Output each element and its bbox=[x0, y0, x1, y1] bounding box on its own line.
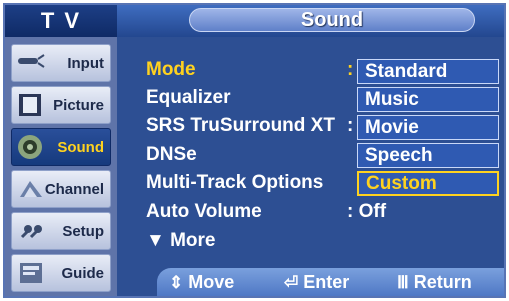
tv-header: T V bbox=[5, 5, 117, 37]
enter-label: Enter bbox=[303, 272, 350, 292]
channel-icon bbox=[20, 181, 42, 197]
input-icon bbox=[18, 54, 45, 68]
sidebar-item-label: Channel bbox=[44, 181, 104, 198]
sidebar-item-label: Setup bbox=[62, 223, 104, 240]
footer: ⇕ Move ⏎ Enter Ⅲ Return bbox=[117, 260, 504, 296]
footer-bar: ⇕ Move ⏎ Enter Ⅲ Return bbox=[157, 268, 504, 296]
mode-colon: : bbox=[347, 59, 354, 80]
enter-hint: ⏎ Enter bbox=[284, 268, 349, 296]
sound-icon bbox=[18, 135, 42, 159]
sidebar-item-label: Input bbox=[67, 55, 104, 72]
tv-osd-window: T V Sound Input Picture Sound Channel Se… bbox=[3, 3, 506, 298]
guide-icon bbox=[20, 263, 42, 283]
move-hint: ⇕ Move bbox=[169, 268, 234, 296]
menu-item-auto-volume[interactable]: Auto Volume bbox=[146, 200, 262, 224]
menu-item-mode[interactable]: Mode bbox=[146, 58, 196, 82]
mode-option-custom[interactable]: Custom bbox=[357, 171, 499, 196]
move-label: Move bbox=[188, 272, 235, 292]
mode-option-music[interactable]: Music bbox=[357, 87, 499, 112]
return-hint: Ⅲ Return bbox=[397, 268, 472, 296]
menu-item-srs-trusurround[interactable]: SRS TruSurround XT bbox=[146, 114, 335, 138]
move-icon: ⇕ bbox=[169, 273, 184, 292]
auto-volume-value: : Off bbox=[347, 201, 387, 222]
sidebar-item-input[interactable]: Input bbox=[11, 44, 111, 82]
menu-item-more[interactable]: ▼ More bbox=[146, 229, 215, 253]
sidebar-item-setup[interactable]: Setup bbox=[11, 212, 111, 250]
menu-title: Sound bbox=[189, 8, 475, 32]
sidebar-item-guide[interactable]: Guide bbox=[11, 254, 111, 292]
sidebar: Input Picture Sound Channel Setup Guide bbox=[5, 37, 117, 296]
sidebar-item-label: Sound bbox=[57, 139, 104, 156]
sidebar-item-label: Guide bbox=[61, 265, 104, 282]
return-icon: Ⅲ bbox=[397, 273, 409, 292]
enter-icon: ⏎ bbox=[284, 273, 299, 292]
menu-item-dnse[interactable]: DNSe bbox=[146, 143, 197, 167]
menu-item-multi-track[interactable]: Multi-Track Options bbox=[146, 171, 323, 195]
mode-option-speech[interactable]: Speech bbox=[357, 143, 499, 168]
sidebar-item-label: Picture bbox=[53, 97, 104, 114]
mode-option-movie[interactable]: Movie bbox=[357, 115, 499, 140]
setup-icon bbox=[20, 225, 42, 239]
return-label: Return bbox=[413, 272, 472, 292]
sidebar-item-channel[interactable]: Channel bbox=[11, 170, 111, 208]
mode-option-standard[interactable]: Standard bbox=[357, 59, 499, 84]
sound-menu: Mode : Equalizer SRS TruSurround XT : DN… bbox=[117, 37, 504, 260]
picture-icon bbox=[19, 94, 41, 116]
sidebar-item-sound[interactable]: Sound bbox=[11, 128, 111, 166]
srs-colon: : bbox=[347, 115, 354, 136]
sidebar-item-picture[interactable]: Picture bbox=[11, 86, 111, 124]
menu-header: Sound bbox=[117, 5, 504, 37]
menu-item-equalizer[interactable]: Equalizer bbox=[146, 86, 230, 110]
